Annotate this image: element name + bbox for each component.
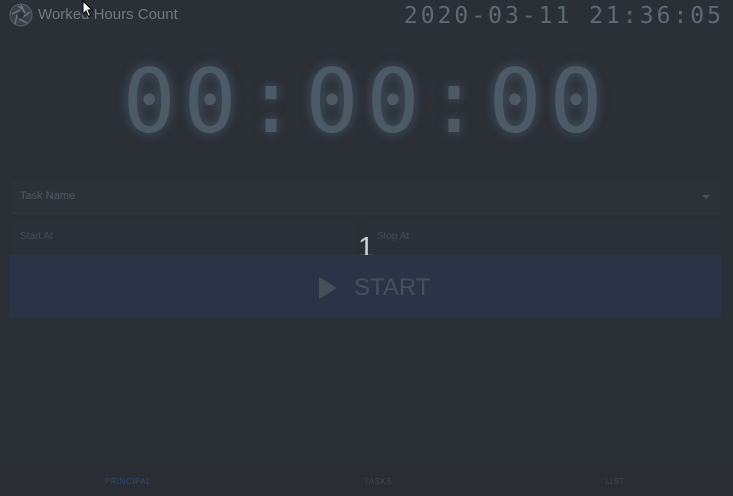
- bottom-navigation: PRINCIPAL TASKS LIST: [0, 464, 733, 496]
- mouse-cursor-icon: [82, 0, 94, 18]
- app-title: Worked Hours Count: [38, 6, 178, 23]
- stop-at-label: Stop At: [377, 231, 410, 242]
- start-button[interactable]: START: [9, 255, 721, 317]
- task-name-select[interactable]: Task Name: [12, 181, 720, 214]
- task-name-label: Task Name: [20, 190, 76, 202]
- caret-down-icon[interactable]: [702, 195, 710, 199]
- start-at-label: Start At: [20, 231, 53, 242]
- nav-tab-list[interactable]: LIST: [555, 477, 675, 486]
- aperture-logo-icon: [9, 3, 33, 27]
- nav-tab-principal[interactable]: PRINCIPAL: [68, 477, 188, 486]
- app-header: Worked Hours Count 2020-03-11 21:36:05: [0, 0, 733, 30]
- stop-at-field[interactable]: Stop At: [369, 220, 720, 254]
- start-button-label: START: [354, 274, 431, 301]
- nav-tab-tasks[interactable]: TASKS: [318, 477, 438, 486]
- elapsed-timer: 00:00:00: [122, 50, 611, 153]
- current-datetime: 2020-03-11 21:36:05: [403, 3, 724, 29]
- play-icon: [319, 277, 337, 299]
- start-at-field[interactable]: Start At: [12, 220, 357, 254]
